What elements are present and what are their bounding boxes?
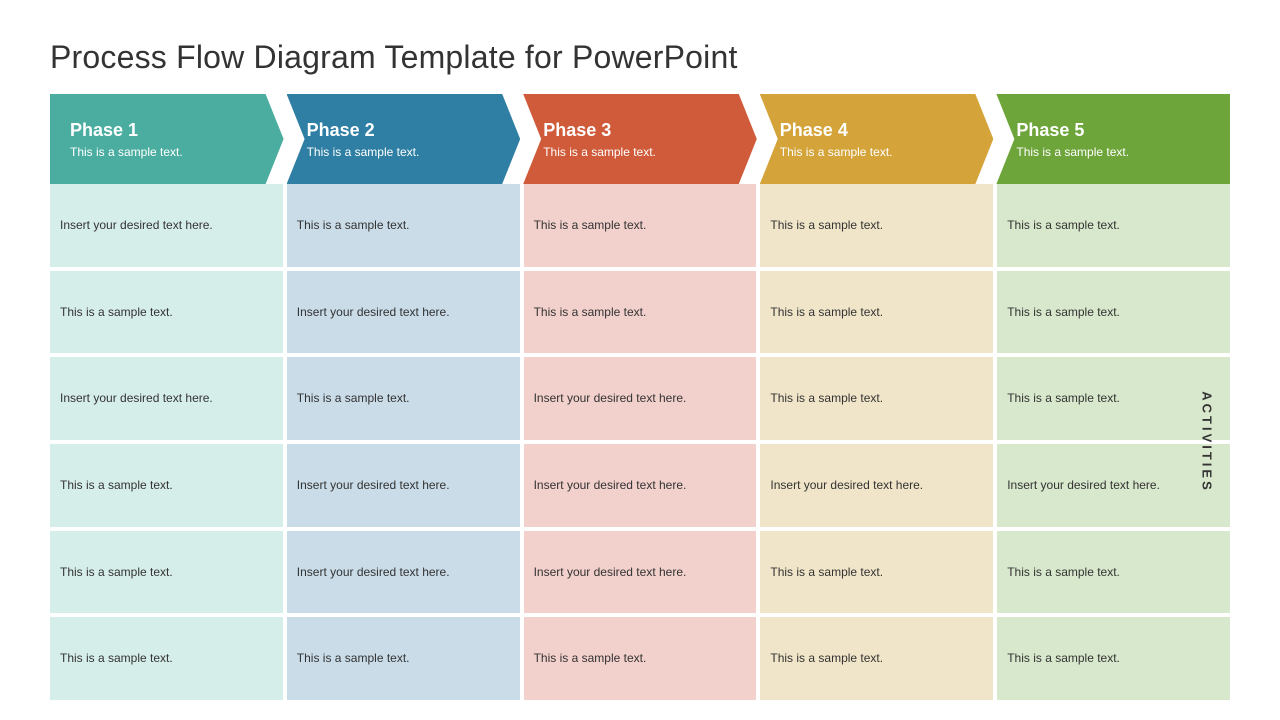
phase-2-title: Phase 2: [307, 120, 507, 141]
grid-cell[interactable]: Insert your desired text here.: [287, 271, 520, 354]
grid-cell[interactable]: This is a sample text.: [760, 617, 993, 700]
phase-3-subtitle: This is a sample text.: [543, 145, 743, 159]
grid-container: Insert your desired text here.This is a …: [50, 184, 1230, 700]
grid-col-3: This is a sample text.This is a sample t…: [524, 184, 757, 700]
phase-4-subtitle: This is a sample text.: [780, 145, 980, 159]
phase-3-title: Phase 3: [543, 120, 743, 141]
grid-cell[interactable]: This is a sample text.: [997, 617, 1230, 700]
grid-cell[interactable]: Insert your desired text here.: [997, 444, 1230, 527]
grid-cell[interactable]: Insert your desired text here.: [760, 444, 993, 527]
phase-5-title: Phase 5: [1016, 120, 1216, 141]
grid-cell[interactable]: This is a sample text.: [997, 357, 1230, 440]
grid-col-2: This is a sample text.Insert your desire…: [287, 184, 520, 700]
grid-cell[interactable]: This is a sample text.: [287, 617, 520, 700]
grid-cell[interactable]: This is a sample text.: [760, 184, 993, 267]
grid-col-5: This is a sample text.This is a sample t…: [997, 184, 1230, 700]
phase-2: Phase 2 This is a sample text.: [287, 94, 521, 184]
grid-cell[interactable]: Insert your desired text here.: [50, 184, 283, 267]
phase-3: Phase 3 This is a sample text.: [523, 94, 757, 184]
phase-4: Phase 4 This is a sample text.: [760, 94, 994, 184]
grid-cell[interactable]: This is a sample text.: [287, 184, 520, 267]
phase-4-title: Phase 4: [780, 120, 980, 141]
grid-cell[interactable]: This is a sample text.: [50, 531, 283, 614]
grid-cell[interactable]: This is a sample text.: [524, 184, 757, 267]
grid-cell[interactable]: This is a sample text.: [760, 271, 993, 354]
phase-1-title: Phase 1: [70, 120, 270, 141]
grid-cell[interactable]: Insert your desired text here.: [50, 357, 283, 440]
phase-1-subtitle: This is a sample text.: [70, 145, 270, 159]
grid-cell[interactable]: Insert your desired text here.: [287, 444, 520, 527]
grid-section: Insert your desired text here.This is a …: [50, 184, 1230, 700]
phase-5: Phase 5 This is a sample text.: [996, 94, 1230, 184]
grid-cell[interactable]: This is a sample text.: [997, 531, 1230, 614]
grid-cell[interactable]: This is a sample text.: [760, 357, 993, 440]
slide: Process Flow Diagram Template for PowerP…: [20, 15, 1260, 705]
grid-cell[interactable]: Insert your desired text here.: [287, 531, 520, 614]
phase-5-subtitle: This is a sample text.: [1016, 145, 1216, 159]
grid-cell[interactable]: This is a sample text.: [50, 617, 283, 700]
phases-header: Phase 1 This is a sample text. Phase 2 This…: [50, 94, 1230, 184]
grid-cell[interactable]: Insert your desired text here.: [524, 444, 757, 527]
grid-col-1: Insert your desired text here.This is a …: [50, 184, 283, 700]
grid-cell[interactable]: Insert your desired text here.: [524, 357, 757, 440]
grid-col-4: This is a sample text.This is a sample t…: [760, 184, 993, 700]
grid-cell[interactable]: This is a sample text.: [997, 271, 1230, 354]
grid-cell[interactable]: This is a sample text.: [287, 357, 520, 440]
grid-cell[interactable]: This is a sample text.: [997, 184, 1230, 267]
grid-cell[interactable]: This is a sample text.: [524, 271, 757, 354]
grid-cell[interactable]: Insert your desired text here.: [524, 531, 757, 614]
grid-cell[interactable]: This is a sample text.: [50, 444, 283, 527]
phase-1: Phase 1 This is a sample text.: [50, 94, 284, 184]
grid-cell[interactable]: This is a sample text.: [760, 531, 993, 614]
phase-2-subtitle: This is a sample text.: [307, 145, 507, 159]
grid-cell[interactable]: This is a sample text.: [50, 271, 283, 354]
grid-cell[interactable]: This is a sample text.: [524, 617, 757, 700]
activities-label: ACTIVITIES: [1200, 391, 1215, 493]
page-title: Process Flow Diagram Template for PowerP…: [50, 39, 1230, 76]
